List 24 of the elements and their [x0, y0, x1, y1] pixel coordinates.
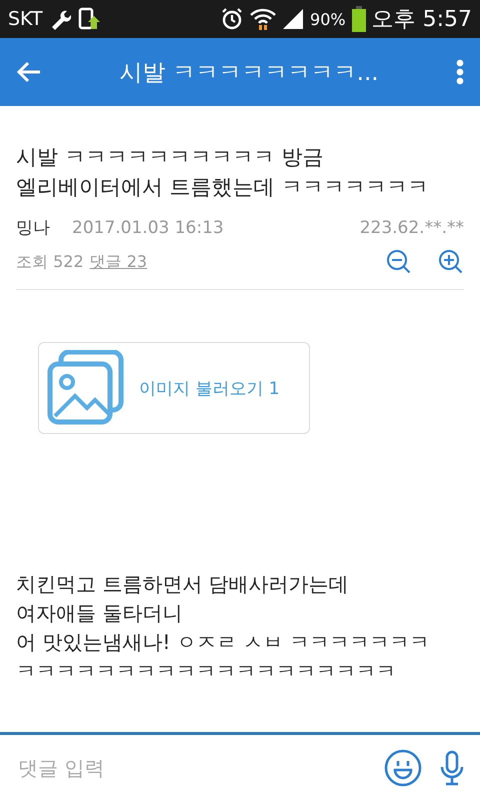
alarm-icon [220, 7, 244, 31]
clock: 오후 5:57 [372, 6, 472, 34]
back-button[interactable] [16, 60, 42, 84]
post-date: 2017.01.03 16:13 [72, 218, 225, 238]
wifi-icon [250, 7, 276, 31]
post-body: 치킨먹고 트름하면서 담배사러가는데 여자애들 둘타더니 어 맛있는냄새나! ㅇㅈㄹ ㅅㅂ ㅋㅋㅋㅋㅋㅋㅋ ㅋㅋㅋㅋㅋㅋㅋㅋㅋㅋㅋㅋㅋㅋㅋㅋㅋㅋㅋ [16, 571, 430, 685]
zoom-in-button[interactable] [438, 249, 464, 275]
battery-icon [352, 6, 366, 32]
battery-percent: 90% [310, 10, 346, 28]
comment-count-link[interactable]: 댓글 23 [90, 252, 380, 272]
phone-upload-icon [76, 7, 101, 31]
emoji-button[interactable] [384, 748, 422, 786]
app-bar-title: 시발 ㅋㅋㅋㅋㅋㅋㅋㅋ... [118, 58, 380, 88]
image-icon [47, 350, 125, 426]
carrier-label: SKT [8, 8, 43, 30]
signal-icon [282, 8, 304, 30]
more-menu-button[interactable] [456, 59, 464, 85]
author-name: 밍나 [16, 217, 50, 239]
load-image-button[interactable]: 이미지 불러오기 1 [38, 342, 310, 434]
ip-address: 223.62.**.** [360, 218, 464, 238]
view-count: 조회 522 [16, 252, 84, 272]
post-title: 시발 ㅋㅋㅋㅋㅋㅋㅋㅋㅋㅋ 방금 엘리베이터에서 트름했는데 ㅋㅋㅋㅋㅋㅋㅋ [16, 144, 430, 201]
microphone-button[interactable] [440, 750, 464, 786]
zoom-out-button[interactable] [386, 249, 412, 275]
